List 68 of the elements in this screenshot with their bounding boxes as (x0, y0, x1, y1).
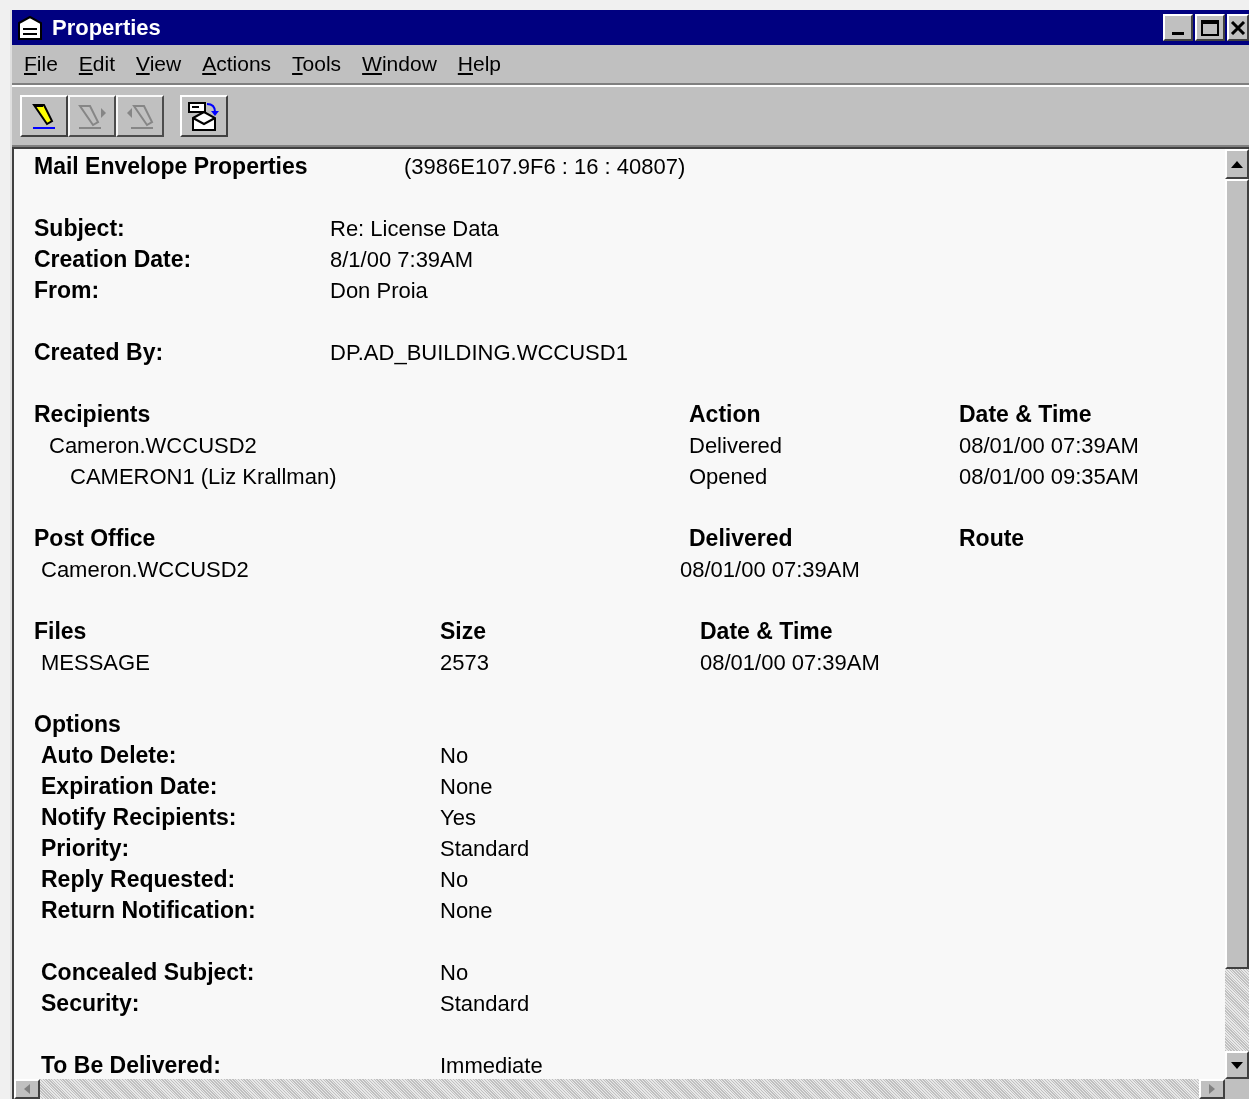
menu-item[interactable]: Edit (78, 48, 116, 80)
option-label: Notify Recipients: (41, 804, 237, 831)
option-label: Priority: (41, 835, 130, 862)
menu-item[interactable]: Help (457, 48, 501, 80)
column-header: Size (440, 618, 487, 645)
option-label: To Be Delivered: (41, 1052, 221, 1079)
delivered-date: 08/01/00 07:39AM (680, 556, 860, 584)
field-label: Subject: (34, 215, 125, 242)
toolbar-button[interactable] (20, 95, 68, 137)
file-date: 08/01/00 07:39AM (700, 649, 880, 677)
properties-heading: Mail Envelope Properties (34, 153, 308, 180)
minimize-button[interactable] (1163, 14, 1193, 41)
column-header: Post Office (34, 525, 156, 552)
recipient-action: Opened (689, 464, 768, 489)
recipient-name: CAMERON1 (Liz Krallman) (70, 464, 337, 489)
recipient-date: 08/01/00 09:35AM (959, 463, 1139, 491)
option-value: Yes (440, 804, 476, 832)
scrollbar-corner (1225, 1079, 1249, 1099)
column-header: Recipients (34, 401, 151, 428)
scroll-up-icon[interactable] (1231, 160, 1243, 168)
column-header: Date & Time (700, 617, 833, 647)
close-button[interactable] (1227, 14, 1249, 41)
close-icon (1230, 20, 1246, 35)
recipient-action: Delivered (689, 433, 782, 458)
field-value: Re: License Data (330, 215, 499, 243)
option-label: Auto Delete: (41, 742, 177, 769)
file-size: 2573 (440, 650, 489, 675)
field-label: From: (34, 277, 100, 304)
window-title: Properties (52, 14, 161, 42)
option-label: Return Notification: (41, 897, 256, 924)
option-value: No (440, 742, 469, 770)
field-value: DP.AD_BUILDING.WCCUSD1 (330, 339, 628, 367)
column-header: Action (689, 401, 761, 428)
vertical-scrollbar[interactable] (1225, 149, 1249, 1079)
menu-item[interactable]: Actions (202, 48, 272, 80)
option-label: Expiration Date: (41, 773, 218, 800)
menu-item[interactable]: Tools (292, 48, 342, 80)
option-value: Standard (440, 990, 530, 1018)
post-office-name: Cameron.WCCUSD2 (41, 557, 249, 582)
option-value: No (440, 866, 469, 894)
option-value: None (440, 773, 493, 801)
option-value: Immediate (440, 1052, 543, 1079)
option-label: Reply Requested: (41, 866, 236, 893)
column-header: Delivered (689, 525, 793, 552)
option-label: Security: (41, 990, 140, 1017)
menu-item[interactable]: File (24, 48, 58, 80)
file-name: MESSAGE (41, 650, 150, 675)
options-heading: Options (34, 710, 121, 740)
menu-item[interactable]: View (136, 48, 182, 80)
menu-item[interactable]: Window (362, 48, 437, 80)
field-value: Don Proia (330, 277, 428, 305)
option-value: Standard (440, 835, 530, 863)
option-value: None (440, 897, 493, 925)
field-value: 8/1/00 7:39AM (330, 246, 474, 274)
open-envelope-icon (187, 100, 221, 132)
field-label: Creation Date: (34, 246, 192, 273)
column-header: Route (959, 524, 1025, 554)
toolbar-button[interactable] (180, 95, 228, 137)
scroll-down-icon[interactable] (1231, 1061, 1243, 1069)
recipient-date: 08/01/00 07:39AM (959, 432, 1139, 460)
message-id: (3986E107.9F6 : 16 : 40807) (404, 153, 686, 181)
option-value: No (440, 959, 469, 987)
column-header: Files (34, 618, 87, 645)
recipient-name: Cameron.WCCUSD2 (49, 433, 257, 458)
option-label: Concealed Subject: (41, 959, 255, 986)
column-header: Date & Time (959, 400, 1092, 430)
maximize-button[interactable] (1195, 14, 1225, 41)
field-label: Created By: (34, 339, 164, 366)
